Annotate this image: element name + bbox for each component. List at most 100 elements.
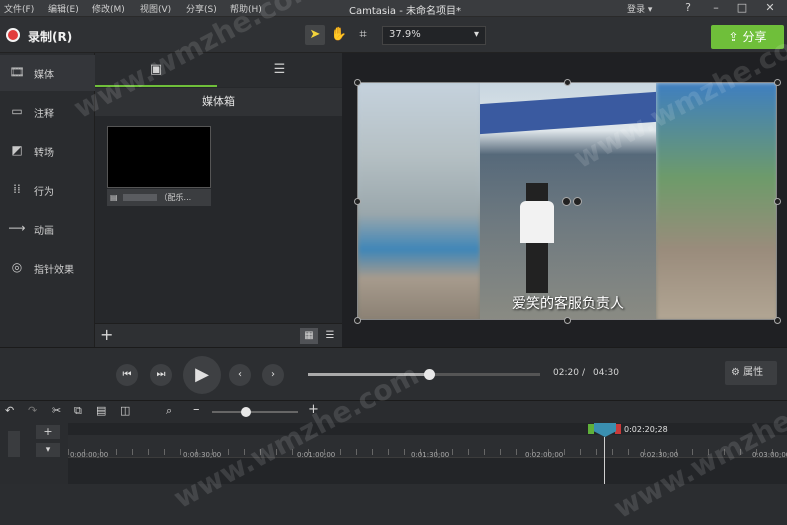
- zoom-value: 37.9%: [389, 29, 421, 40]
- ruler-label: 0:01:00;00: [297, 451, 336, 459]
- maximize-icon[interactable]: □: [730, 0, 754, 17]
- media-bin-footer: + ▦ ☰: [95, 323, 342, 347]
- sidebar-item-label: 转场: [34, 148, 54, 159]
- main-toolbar: 录制(R) ➤ ✋ ⌗ 37.9% ▾ ⇪ 分享: [0, 17, 787, 53]
- help-icon[interactable]: ?: [676, 0, 700, 17]
- resize-handle[interactable]: [774, 79, 781, 86]
- record-icon: [6, 28, 20, 42]
- copy-icon[interactable]: ⧉: [74, 404, 82, 418]
- timeline-zoom-knob[interactable]: [241, 407, 252, 417]
- next-marker-icon[interactable]: ›: [262, 364, 284, 386]
- split-icon[interactable]: ◫: [120, 404, 130, 417]
- properties-label: 属性: [743, 367, 764, 378]
- sidebar-item-label: 媒体: [34, 70, 54, 81]
- rotate-handle[interactable]: [562, 197, 571, 206]
- media-thumbnail[interactable]: [107, 126, 211, 188]
- zoom-icon: ⌕: [166, 404, 173, 417]
- resize-handle[interactable]: [564, 317, 571, 324]
- menu-view[interactable]: 视图(V): [140, 2, 171, 15]
- cut-icon[interactable]: ✂: [52, 404, 61, 417]
- resize-handle[interactable]: [354, 79, 361, 86]
- previous-marker-icon[interactable]: ‹: [229, 364, 251, 386]
- minimize-icon[interactable]: –: [704, 0, 728, 17]
- arrow-select-icon[interactable]: ➤: [305, 25, 325, 45]
- sidebar-item-behaviors[interactable]: ⁞⁞ 行为: [0, 172, 95, 208]
- behavior-icon: ⁞⁞: [13, 182, 21, 196]
- zoom-dropdown[interactable]: 37.9% ▾: [382, 26, 486, 45]
- transition-icon: ◩: [11, 143, 23, 157]
- add-icon[interactable]: +: [100, 325, 113, 344]
- redo-icon[interactable]: ↷: [28, 404, 37, 417]
- resize-handle[interactable]: [774, 317, 781, 324]
- menu-edit[interactable]: 编辑(E): [48, 2, 79, 15]
- ruler-label: 0:00:30;00: [183, 451, 222, 459]
- sidebar-item-transitions[interactable]: ◩ 转场: [0, 133, 95, 169]
- ruler-label: 0:01:30;00: [411, 451, 450, 459]
- chevron-down-icon: ▾: [647, 5, 653, 15]
- annotation-icon: ▭: [11, 104, 23, 118]
- current-time: 02:20: [553, 368, 579, 378]
- close-icon[interactable]: ✕: [758, 0, 782, 17]
- blurred-name: [123, 194, 157, 201]
- resize-handle[interactable]: [774, 198, 781, 205]
- film-icon: 🎞: [9, 65, 25, 79]
- sidebar-item-cursor-effects[interactable]: ◎ 指针效果: [0, 250, 95, 286]
- window-title: Camtasia - 未命名项目*: [349, 6, 461, 17]
- timeline-zoom-slider[interactable]: [212, 407, 298, 417]
- menu-share[interactable]: 分享(S): [186, 2, 217, 15]
- resize-handle[interactable]: [354, 317, 361, 324]
- gear-icon: ⚙: [731, 367, 740, 378]
- playhead-line: [604, 437, 605, 484]
- sidebar-item-media[interactable]: 🎞 媒体: [0, 55, 95, 91]
- selection-start-marker[interactable]: [588, 424, 594, 434]
- track-magnify-icon[interactable]: [8, 431, 20, 457]
- tab-library[interactable]: ☰: [217, 53, 342, 87]
- undo-icon[interactable]: ↶: [5, 404, 14, 417]
- properties-button[interactable]: ⚙ 属性: [725, 361, 777, 385]
- sidebar-item-label: 注释: [34, 109, 54, 120]
- scrubber-knob[interactable]: [423, 369, 435, 380]
- crop-icon[interactable]: ⌗: [353, 25, 373, 45]
- media-item-label[interactable]: ▤ （配乐...: [107, 189, 211, 206]
- animation-icon: ⟶: [8, 221, 26, 235]
- grid-view-icon[interactable]: ▦: [300, 328, 318, 344]
- film-icon: ▤: [110, 193, 118, 202]
- resize-handle[interactable]: [564, 79, 571, 86]
- timeline-toolbar: ↶ ↷ ✂ ⧉ ▤ ◫ ⌕ – +: [0, 401, 787, 423]
- resize-handle[interactable]: [354, 198, 361, 205]
- sidebar-item-animations[interactable]: ⟶ 动画: [0, 211, 95, 247]
- scrubber-track[interactable]: [308, 369, 540, 380]
- cursor-effect-icon: ◎: [11, 260, 23, 274]
- record-label: 录制(R): [28, 30, 73, 44]
- list-view-icon[interactable]: ☰: [321, 328, 339, 344]
- sidebar-item-label: 行为: [34, 187, 54, 198]
- step-forward-icon[interactable]: ⏭: [150, 364, 172, 386]
- play-icon[interactable]: ▶: [183, 356, 221, 394]
- left-blur-region: [358, 83, 480, 319]
- menu-bar: 文件(F) 编辑(E) 修改(M) 视图(V) 分享(S) 帮助(H) Camt…: [0, 0, 787, 17]
- video-caption: 爱笑的客服负责人: [512, 296, 624, 312]
- ruler-label: 0:02:30;00: [640, 451, 679, 459]
- paste-icon[interactable]: ▤: [96, 404, 106, 417]
- chevron-down-icon: ▾: [473, 29, 479, 40]
- add-track-icon[interactable]: +: [36, 425, 60, 439]
- pan-hand-icon[interactable]: ✋: [329, 25, 349, 45]
- login-menu[interactable]: 登录 ▾: [627, 2, 652, 15]
- upload-icon: ⇪: [728, 30, 739, 44]
- step-back-icon[interactable]: ⏮: [116, 364, 138, 386]
- chevron-down-icon[interactable]: ▾: [36, 443, 60, 457]
- total-time: 04:30: [593, 368, 619, 378]
- playhead-time: 0:02:20;28: [624, 425, 668, 434]
- ruler-label: 0:00:00;00: [70, 451, 109, 459]
- sidebar-item-label: 动画: [34, 226, 54, 237]
- sidebar-item-label: 指针效果: [34, 265, 74, 276]
- login-label: 登录: [627, 5, 646, 15]
- media-item-name: （配乐...: [159, 193, 192, 202]
- time-separator: /: [582, 368, 586, 378]
- list-icon: ☰: [273, 62, 286, 77]
- menu-file[interactable]: 文件(F): [4, 2, 34, 15]
- menu-modify[interactable]: 修改(M): [92, 2, 125, 15]
- zoom-out-icon[interactable]: –: [193, 402, 200, 417]
- rotate-handle[interactable]: [573, 197, 582, 206]
- ruler-label: 0:02:00;00: [525, 451, 564, 459]
